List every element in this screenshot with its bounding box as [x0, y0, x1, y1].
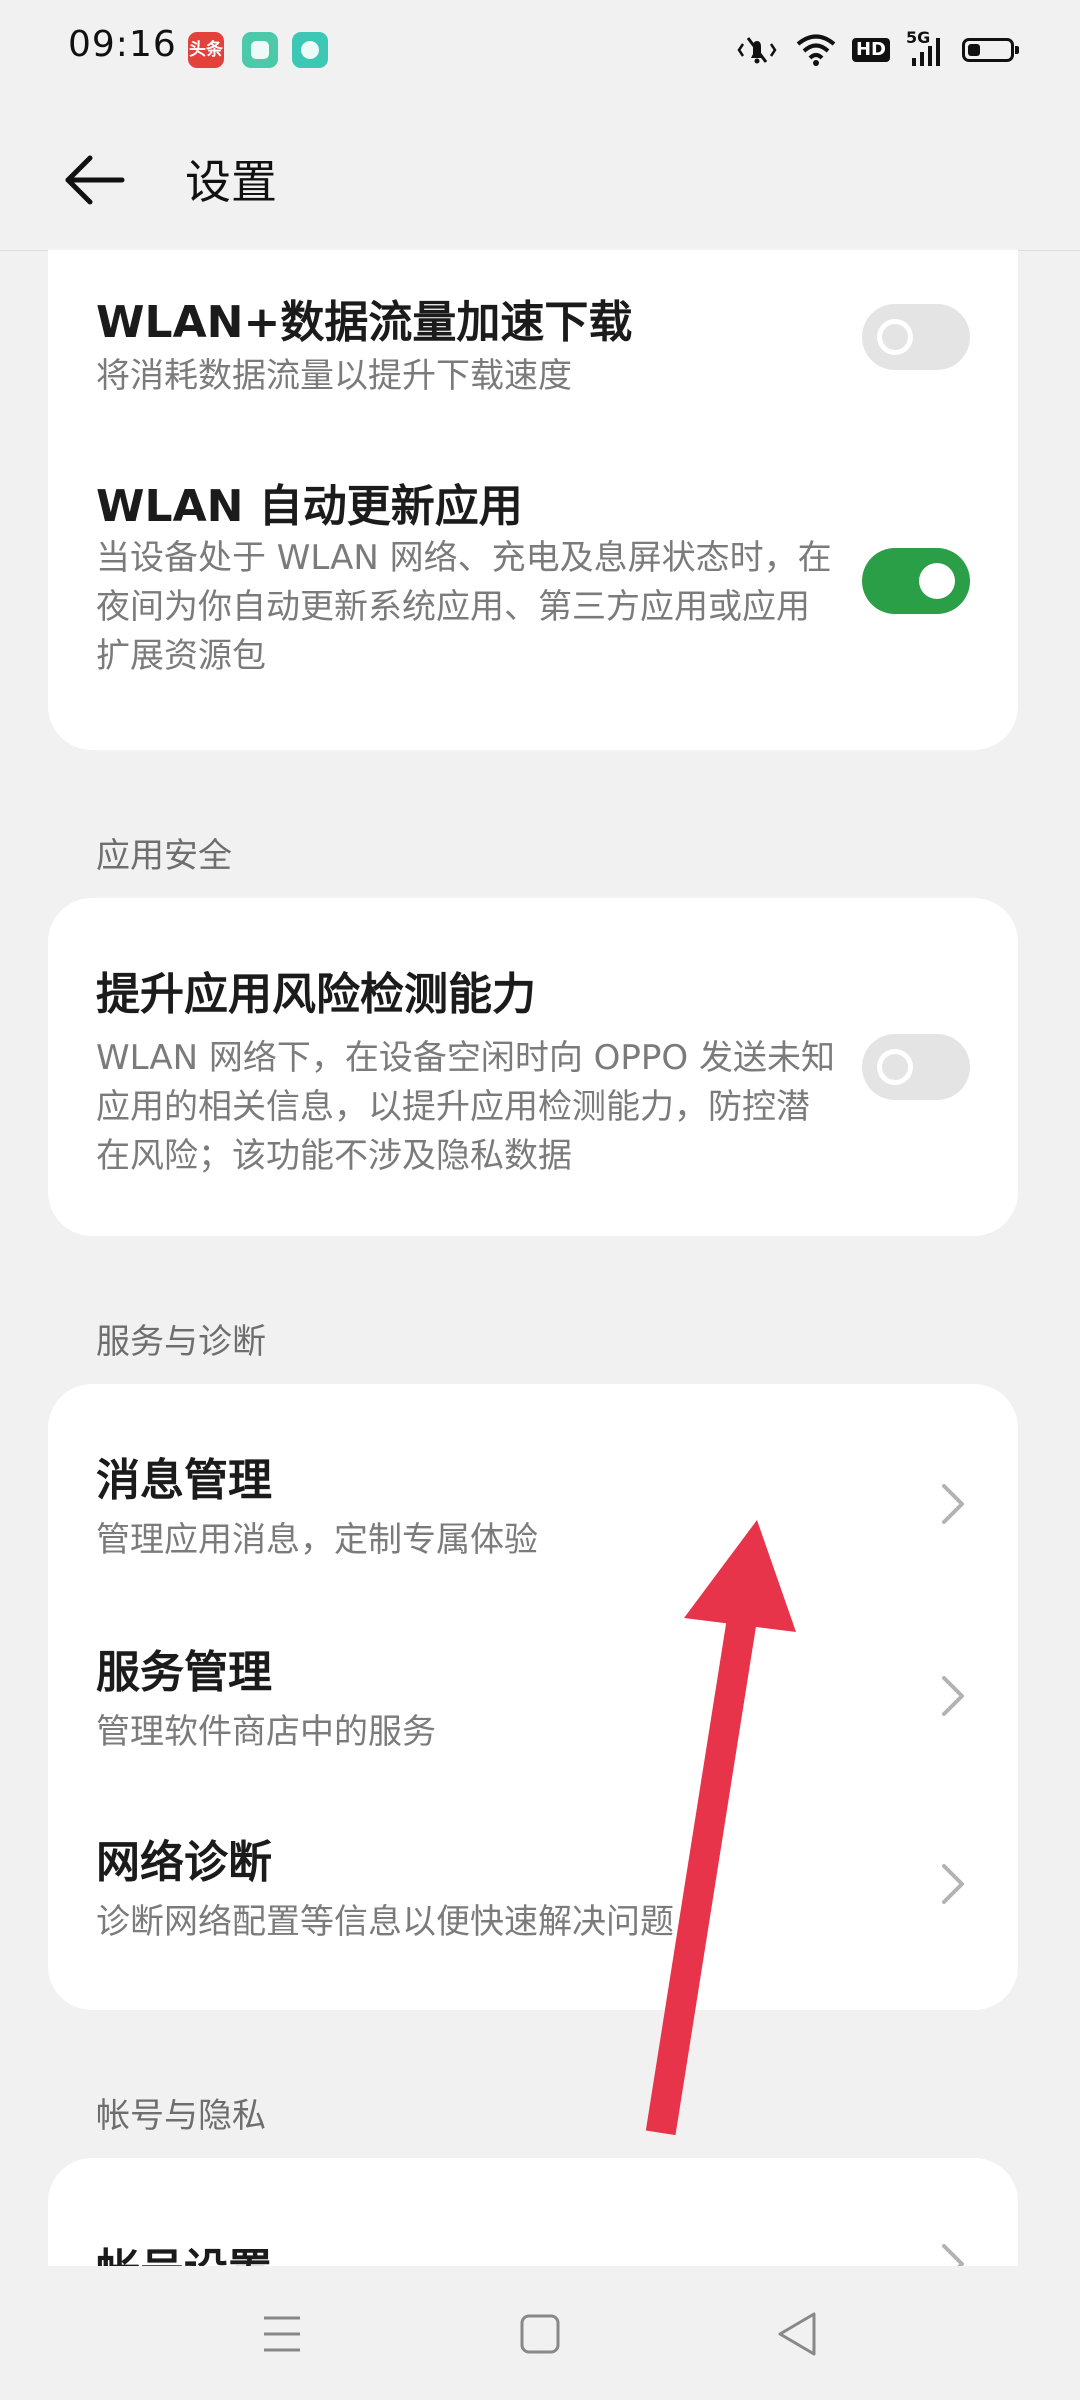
section-label-account-privacy: 帐号与隐私 — [96, 2096, 266, 2136]
toggle-knob — [919, 563, 955, 599]
toggle-knob — [877, 319, 913, 355]
row-desc: 管理软件商店中的服务 — [96, 1712, 436, 1752]
green-app-icon — [242, 32, 278, 68]
row-title: 提升应用风险检测能力 — [96, 969, 536, 1020]
list-item-message-management[interactable]: 消息管理 管理应用消息，定制专属体验 — [48, 1384, 1018, 1580]
settings-header: 设置 — [0, 100, 1080, 251]
mute-vibrate-icon — [737, 37, 777, 64]
row-title: WLAN+数据流量加速下载 — [96, 297, 633, 348]
status-bar: 09:16 头条 HD 5G — [0, 0, 1080, 100]
battery-icon — [962, 38, 1019, 62]
section-label-service-diagnosis: 服务与诊断 — [96, 1322, 266, 1362]
wlan-data-download-toggle[interactable] — [862, 304, 970, 370]
row-desc: 管理应用消息，定制专属体验 — [96, 1520, 538, 1560]
account-privacy-card: 帐号设置 — [48, 2158, 1018, 2266]
row-title: 服务管理 — [96, 1647, 272, 1698]
page-title: 设置 — [185, 155, 277, 209]
signal-icon: 5G — [906, 28, 946, 68]
row-title: 帐号设置 — [96, 2234, 272, 2266]
risk-detection-toggle[interactable] — [862, 1034, 970, 1100]
list-item-risk-detection[interactable]: 提升应用风险检测能力 WLAN 网络下，在设备空闲时向 OPPO 发送未知应用的… — [48, 898, 1018, 1236]
section-label-app-security: 应用安全 — [96, 836, 232, 876]
row-title: 消息管理 — [96, 1455, 272, 1506]
list-item-account-settings[interactable]: 帐号设置 — [48, 2158, 1018, 2266]
wifi-icon — [796, 34, 836, 66]
toutiao-icon: 头条 — [188, 32, 224, 68]
green-chat-icon — [292, 32, 328, 68]
app-security-card: 提升应用风险检测能力 WLAN 网络下，在设备空闲时向 OPPO 发送未知应用的… — [48, 898, 1018, 1236]
chevron-right-icon — [942, 1484, 964, 1524]
list-item-network-diagnosis[interactable]: 网络诊断 诊断网络配置等信息以便快速解决问题 — [48, 1770, 1018, 2010]
menu-icon[interactable] — [244, 2296, 320, 2372]
row-title: 网络诊断 — [96, 1837, 272, 1888]
download-settings-card: WLAN+数据流量加速下载 将消耗数据流量以提升下载速度 WLAN 自动更新应用… — [48, 250, 1018, 750]
hd-badge: HD — [851, 38, 890, 62]
system-nav-bar — [0, 2266, 1080, 2400]
list-item-service-management[interactable]: 服务管理 管理软件商店中的服务 — [48, 1580, 1018, 1770]
chevron-right-icon — [942, 1676, 964, 1716]
service-diagnosis-card: 消息管理 管理应用消息，定制专属体验 服务管理 管理软件商店中的服务 网络诊断 … — [48, 1384, 1018, 2010]
status-indicators: HD 5G — [734, 28, 1019, 70]
row-desc: WLAN 网络下，在设备空闲时向 OPPO 发送未知应用的相关信息，以提升应用检… — [96, 1038, 835, 1176]
row-title: WLAN 自动更新应用 — [96, 481, 523, 532]
list-item-wlan-data-download[interactable]: WLAN+数据流量加速下载 将消耗数据流量以提升下载速度 — [48, 250, 1018, 410]
toggle-knob — [877, 1049, 913, 1085]
row-desc: 诊断网络配置等信息以便快速解决问题 — [96, 1902, 674, 1942]
arrow-left-icon[interactable] — [60, 145, 130, 215]
row-desc: 将消耗数据流量以提升下载速度 — [96, 356, 572, 396]
list-item-wlan-auto-update[interactable]: WLAN 自动更新应用 当设备处于 WLAN 网络、充电及息屏状态时，在夜间为你… — [48, 470, 1018, 730]
back-triangle-icon[interactable] — [760, 2296, 836, 2372]
status-time: 09:16 — [68, 24, 177, 65]
home-square-icon[interactable] — [502, 2296, 578, 2372]
chevron-right-icon — [942, 1864, 964, 1904]
wlan-auto-update-toggle[interactable] — [862, 548, 970, 614]
battery-fill — [968, 44, 980, 56]
chevron-right-icon — [942, 2244, 964, 2266]
row-desc: 当设备处于 WLAN 网络、充电及息屏状态时，在夜间为你自动更新系统应用、第三方… — [96, 538, 832, 676]
